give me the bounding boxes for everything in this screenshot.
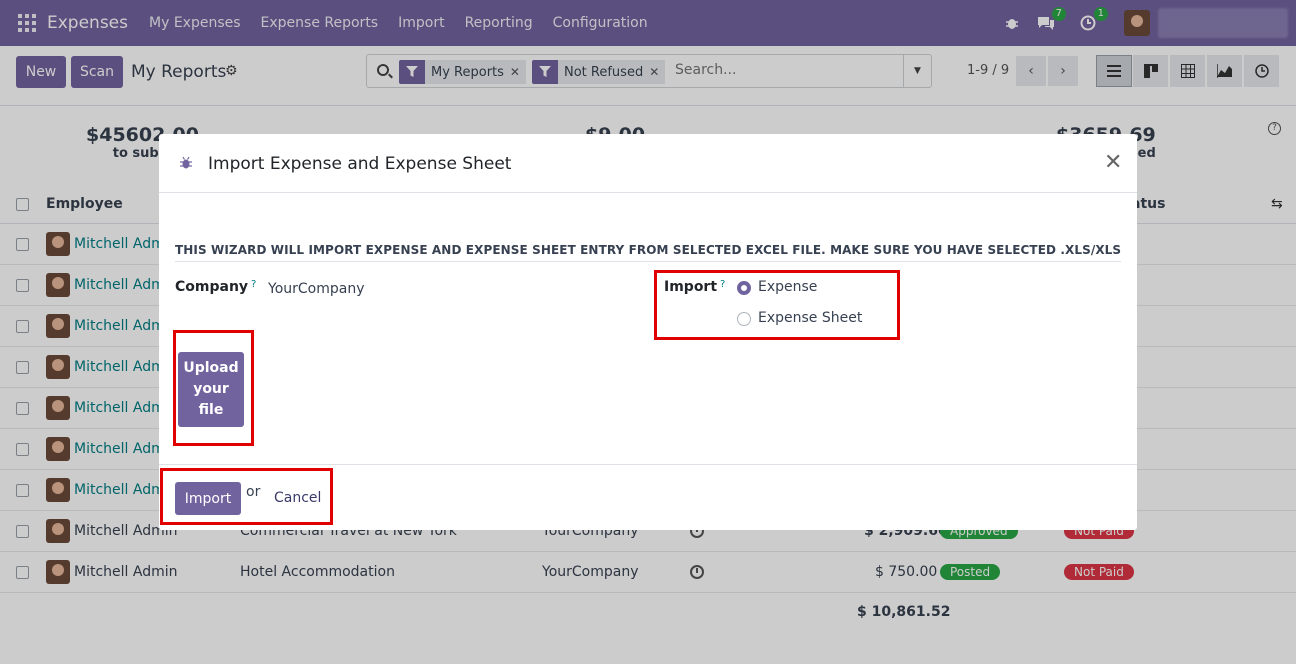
company-label-text: Company <box>175 279 249 295</box>
debug-bug-icon <box>180 156 192 169</box>
highlight-upload-button <box>173 330 254 446</box>
close-icon[interactable]: ✕ <box>1104 152 1122 174</box>
highlight-import-actions <box>160 468 333 525</box>
help-question-icon[interactable]: ? <box>251 279 256 290</box>
dialog-header: Import Expense and Expense Sheet ✕ <box>159 134 1137 193</box>
dialog-title: Import Expense and Expense Sheet <box>208 154 512 174</box>
company-value: YourCompany <box>268 281 365 297</box>
wizard-instructions: THIS WIZARD WILL IMPORT EXPENSE AND EXPE… <box>175 243 1121 262</box>
company-label: Company? <box>175 279 256 295</box>
highlight-import-type <box>654 270 900 340</box>
